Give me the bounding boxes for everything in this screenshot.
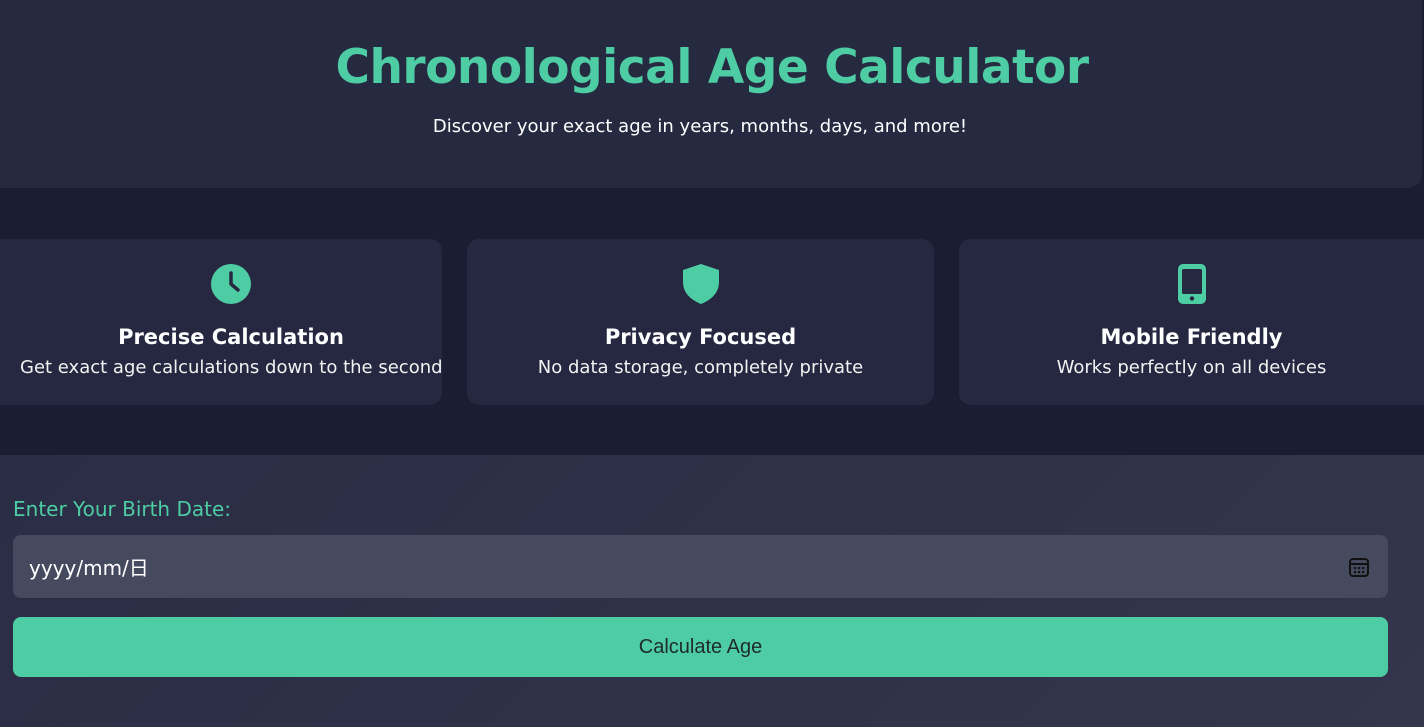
calculate-age-button[interactable]: Calculate Age [13,617,1388,677]
feature-text: Works perfectly on all devices [1056,357,1327,378]
feature-card-precise: Precise Calculation Get exact age calcul… [0,239,443,405]
feature-text: No data storage, completely private [537,357,864,378]
birth-date-input[interactable]: yyyy/mm/日 [13,535,1388,598]
smartphone-icon [1177,264,1206,304]
feature-card-mobile: Mobile Friendly Works perfectly on all d… [959,239,1424,405]
page-title: Chronological Age Calculator [335,40,1089,95]
birth-date-label: Enter Your Birth Date: [13,497,232,521]
date-input-placeholder: yyyy/mm/日 [29,556,149,580]
page: Chronological Age Calculator Discover yo… [0,0,1424,727]
calendar-icon[interactable] [1348,556,1370,578]
shield-icon [682,264,719,304]
feature-title: Mobile Friendly [1100,325,1283,349]
feature-card-privacy: Privacy Focused No data storage, complet… [467,239,934,405]
feature-title: Privacy Focused [604,325,797,349]
feature-text: Get exact age calculations down to the s… [20,357,443,378]
page-subtitle: Discover your exact age in years, months… [432,116,968,137]
clock-icon [211,264,251,304]
feature-title: Precise Calculation [118,325,344,349]
